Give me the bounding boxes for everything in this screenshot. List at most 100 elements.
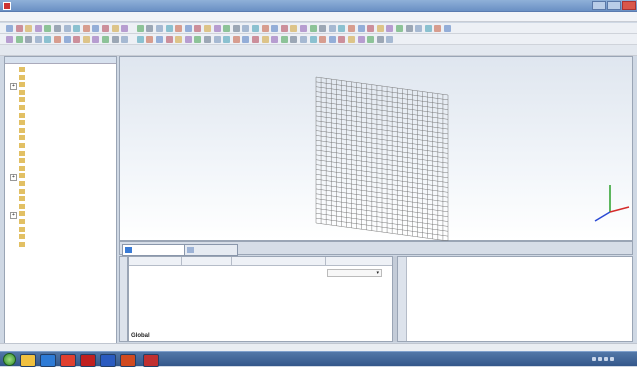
toolbar-button[interactable] [34,36,42,43]
tray-icon[interactable] [604,357,608,361]
toolbar-button[interactable] [102,25,109,32]
messages-side-tab[interactable] [398,257,407,341]
toolbar-button[interactable] [184,25,192,32]
toolbar-button[interactable] [204,36,211,43]
3d-viewport[interactable] [119,56,633,242]
toolbar-button[interactable] [175,36,183,43]
toolbar-button[interactable] [328,25,336,32]
parameter-panel-side-tab[interactable] [119,256,128,342]
toolbar-button[interactable] [6,36,13,43]
toolbar-button[interactable] [121,25,129,32]
toolbar-button[interactable] [319,36,327,43]
tree-item[interactable] [19,67,27,74]
toolbar-button[interactable] [213,36,221,43]
toolbar-button[interactable] [184,36,192,43]
toolbar-button[interactable] [15,36,23,43]
toolbar-button[interactable] [156,36,163,43]
tree-item[interactable] [19,74,27,82]
toolbar-button[interactable] [357,36,365,43]
tree-item[interactable] [19,143,27,150]
toolbar-button[interactable] [223,25,231,32]
tree-item[interactable] [19,226,27,234]
tray-icon[interactable] [610,357,614,361]
toolbar-button[interactable] [434,25,442,32]
tree-item[interactable] [19,82,27,89]
toolbar-button[interactable] [111,25,119,32]
column-separator[interactable] [231,257,232,266]
toolbar-button[interactable] [136,36,144,43]
toolbar-button[interactable] [424,25,432,32]
toolbar-button[interactable] [357,25,365,32]
toolbar-button[interactable] [165,25,173,32]
toolbar-button[interactable] [146,36,154,43]
tree-item[interactable] [19,150,27,158]
toolbar-button[interactable] [121,36,129,43]
toolbar-button[interactable] [376,36,384,43]
toolbar-button[interactable] [63,36,71,43]
toolbar-button[interactable] [54,25,61,32]
tree-item[interactable] [19,158,27,165]
toolbar-button[interactable] [280,25,288,32]
tree-item[interactable] [19,181,27,188]
tree-item[interactable] [19,173,27,180]
expand-icon[interactable]: + [10,174,17,182]
toolbar-button[interactable] [223,36,231,43]
toolbar-button[interactable] [82,36,90,43]
toolbar-button[interactable] [194,36,202,43]
type-dropdown[interactable]: ▾ [327,269,382,277]
toolbar-button[interactable] [194,25,202,32]
toolbar-button[interactable] [261,36,269,43]
toolbar-button[interactable] [232,25,240,32]
tray-icon[interactable] [598,357,602,361]
toolbar-button[interactable] [348,36,355,43]
tree-item[interactable] [19,165,27,173]
tree-item[interactable] [19,234,27,241]
tray-icon[interactable] [592,357,596,361]
maximize-button[interactable] [607,1,621,10]
toolbar-button[interactable] [290,25,298,32]
toolbar-button[interactable] [175,25,183,32]
toolbar-button[interactable] [73,25,81,32]
toolbar-button[interactable] [319,25,327,32]
toolbar-button[interactable] [290,36,298,43]
powerpoint-icon[interactable] [120,354,136,367]
toolbar-button[interactable] [271,25,279,32]
toolbar-button[interactable] [73,36,81,43]
toolbar-button[interactable] [92,36,100,43]
expand-icon[interactable]: + [10,83,17,91]
acrobat-icon[interactable] [80,354,96,367]
tree-item[interactable] [19,196,27,203]
toolbar-button[interactable] [63,25,71,32]
toolbar-button[interactable] [367,25,375,32]
toolbar-button[interactable] [232,36,240,43]
toolbar-button[interactable] [156,25,163,32]
column-separator[interactable] [181,257,182,266]
toolbar-button[interactable] [386,36,394,43]
minimize-button[interactable] [592,1,606,10]
toolbar-button[interactable] [54,36,61,43]
tab-secondary[interactable] [184,244,238,256]
toolbar-button[interactable] [242,36,250,43]
toolbar-button[interactable] [44,25,52,32]
tree-item[interactable] [19,211,27,218]
toolbar-button[interactable] [328,36,336,43]
toolbar-button[interactable] [136,25,144,32]
cst-window-icon[interactable] [143,354,159,367]
toolbar-button[interactable] [204,25,211,32]
toolbar-button[interactable] [338,25,346,32]
toolbar-button[interactable] [252,25,259,32]
toolbar-button[interactable] [309,36,317,43]
word-icon[interactable] [100,354,116,367]
toolbar-button[interactable] [300,36,307,43]
toolbar-button[interactable] [338,36,346,43]
toolbar-button[interactable] [386,25,394,32]
toolbar-button[interactable] [15,25,23,32]
toolbar-button[interactable] [111,36,119,43]
toolbar-button[interactable] [252,36,259,43]
toolbar-button[interactable] [34,25,42,32]
toolbar-button[interactable] [165,36,173,43]
toolbar-button[interactable] [25,25,33,32]
windows-explorer-icon[interactable] [20,354,36,367]
toolbar-button[interactable] [82,25,90,32]
toolbar-button[interactable] [213,25,221,32]
